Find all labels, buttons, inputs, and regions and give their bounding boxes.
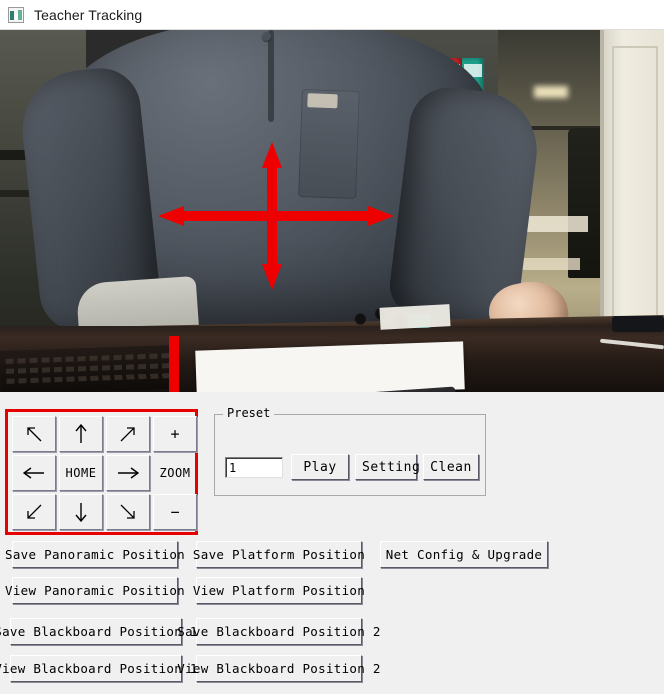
ptz-button-grid: + HOME ZOOM − [12, 416, 197, 530]
zoom-in-button[interactable]: + [153, 416, 197, 452]
desk-object [612, 316, 664, 332]
view-panoramic-position-button[interactable]: View Panoramic Position [5, 577, 185, 604]
desk-paper [195, 341, 465, 392]
app-icon [8, 6, 24, 23]
pan-up-right-button[interactable] [106, 416, 150, 452]
title-bar: Teacher Tracking [0, 0, 664, 30]
video-scene [0, 30, 664, 392]
arrow-up-icon [75, 424, 87, 443]
preset-number-input[interactable] [225, 457, 283, 478]
shirt-button [262, 32, 271, 41]
home-button[interactable]: HOME [59, 455, 103, 491]
preset-setting-button[interactable]: Setting [355, 454, 420, 480]
preset-group-label: Preset [223, 406, 275, 420]
preset-group: Preset Play Setting Clean [214, 406, 486, 496]
preset-clean-button[interactable]: Clean [423, 454, 479, 480]
net-config-upgrade-button[interactable]: Net Config & Upgrade [380, 541, 548, 568]
desk-paper [379, 304, 451, 330]
pan-down-button[interactable] [59, 494, 103, 530]
save-panoramic-position-button[interactable]: Save Panoramic Position [5, 541, 185, 568]
ptz-control-panel: + HOME ZOOM − [5, 409, 198, 535]
live-video-feed[interactable] [0, 30, 664, 392]
view-blackboard-position-1-button[interactable]: View Blackboard Position 1 [0, 655, 197, 682]
preset-play-button[interactable]: Play [291, 454, 349, 480]
shirt-pocket [298, 89, 360, 199]
zoom-label: ZOOM [159, 466, 191, 480]
arrow-down-right-icon [120, 504, 135, 519]
arrow-right-icon [118, 467, 139, 479]
application-window: Teacher Tracking + HOME ZOOM − Preset 1 … [0, 0, 664, 694]
pan-up-left-button[interactable] [12, 416, 56, 452]
window-title: Teacher Tracking [34, 6, 143, 23]
arrow-up-left-icon [27, 427, 42, 442]
arrow-down-icon [75, 503, 87, 522]
zoom-out-label: − [170, 502, 180, 521]
keyboard [0, 344, 177, 392]
save-blackboard-position-1-button[interactable]: Save Blackboard Position 1 [0, 618, 197, 645]
arrow-up-right-icon [120, 427, 135, 442]
pan-down-left-button[interactable] [12, 494, 56, 530]
shirt-placket [268, 30, 274, 122]
zoom-out-button[interactable]: − [153, 494, 197, 530]
pan-left-button[interactable] [12, 455, 56, 491]
view-platform-position-button[interactable]: View Platform Position [193, 577, 365, 604]
home-label: HOME [65, 466, 97, 480]
arrow-down-left-icon [27, 504, 42, 519]
save-blackboard-position-2-button[interactable]: Save Blackboard Position 2 [177, 618, 380, 645]
vertical-double-arrow-annotation [262, 142, 282, 290]
pan-right-button[interactable] [106, 455, 150, 491]
pan-up-button[interactable] [59, 416, 103, 452]
pan-down-right-button[interactable] [106, 494, 150, 530]
arrow-left-icon [23, 467, 44, 479]
view-blackboard-position-2-button[interactable]: View Blackboard Position 2 [177, 655, 380, 682]
save-platform-position-button[interactable]: Save Platform Position [193, 541, 365, 568]
zoom-in-label: + [170, 424, 180, 443]
down-arrow-annotation [164, 336, 184, 392]
